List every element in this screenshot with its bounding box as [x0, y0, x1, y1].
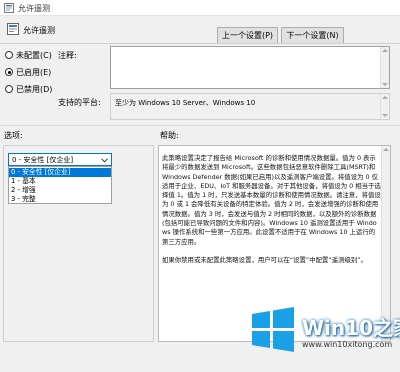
- scroll-down-icon[interactable]: [382, 83, 388, 86]
- comment-textarea[interactable]: [110, 46, 390, 89]
- supported-scrollbar[interactable]: [380, 94, 389, 119]
- scroll-up-icon[interactable]: [383, 148, 389, 151]
- watermark-brand: Win10之家: [302, 316, 400, 340]
- option-full[interactable]: 3 - 完整: [9, 195, 111, 204]
- supported-platforms-label: 支持的平台:: [58, 98, 101, 107]
- radio-label: 已禁用(D): [16, 85, 53, 94]
- policy-icon: [4, 3, 14, 13]
- dropdown-list: 0 - 安全性 [仅企业] 1 - 基本 2 - 增强 3 - 完整: [8, 166, 112, 204]
- option-security[interactable]: 0 - 安全性 [仅企业]: [9, 168, 111, 177]
- radio-circle[interactable]: [5, 85, 13, 93]
- option-enhanced[interactable]: 2 - 增强: [9, 186, 111, 195]
- comment-scrollbar[interactable]: [380, 47, 389, 88]
- scroll-up-icon[interactable]: [382, 49, 388, 52]
- windows-logo-icon: [252, 307, 294, 352]
- policy-setting-icon: [7, 23, 19, 35]
- select-value: 0 - 安全性 [仅企业]: [12, 156, 74, 164]
- supported-platforms-field: 至少为 Windows 10 Server、Windows 10: [110, 93, 390, 120]
- next-setting-button[interactable]: 下一个设置(N): [281, 27, 344, 44]
- window-title: 允许遥测: [18, 4, 50, 13]
- help-paragraph: 如果你禁用或未配置此策略设置，用户可以在“设置”中配置“遥测级别”。: [162, 255, 367, 264]
- options-label: 选项:: [4, 131, 23, 140]
- radio-circle[interactable]: [5, 51, 13, 59]
- help-text: 此策略设置决定了报告给 Microsoft 的诊断和使用情况数据量。值为 0 表…: [162, 154, 381, 265]
- radio-label: 未配置(C): [16, 51, 52, 60]
- help-paragraph: 此策略设置决定了报告给 Microsoft 的诊断和使用情况数据量。值为 0 表…: [162, 154, 381, 246]
- radio-circle-selected[interactable]: [5, 68, 13, 76]
- help-label: 帮助:: [160, 131, 179, 140]
- scroll-down-icon[interactable]: [382, 114, 388, 117]
- watermark-url: www.win10xitong.com: [302, 340, 393, 349]
- chevron-down-icon[interactable]: [101, 158, 108, 163]
- telemetry-level-select[interactable]: 0 - 安全性 [仅企业]: [8, 153, 112, 166]
- scroll-up-icon[interactable]: [382, 96, 388, 99]
- previous-setting-button[interactable]: 上一个设置(P): [217, 27, 278, 44]
- option-basic[interactable]: 1 - 基本: [9, 177, 111, 186]
- radio-label: 已启用(E): [16, 68, 52, 77]
- page-title: 允许遥测: [23, 26, 55, 35]
- section-divider: [0, 125, 400, 126]
- title-bar: 允许遥测: [0, 0, 400, 16]
- comment-label: 注释:: [58, 51, 77, 60]
- header-divider: [0, 43, 400, 44]
- supported-platforms-value: 至少为 Windows 10 Server、Windows 10: [115, 99, 256, 107]
